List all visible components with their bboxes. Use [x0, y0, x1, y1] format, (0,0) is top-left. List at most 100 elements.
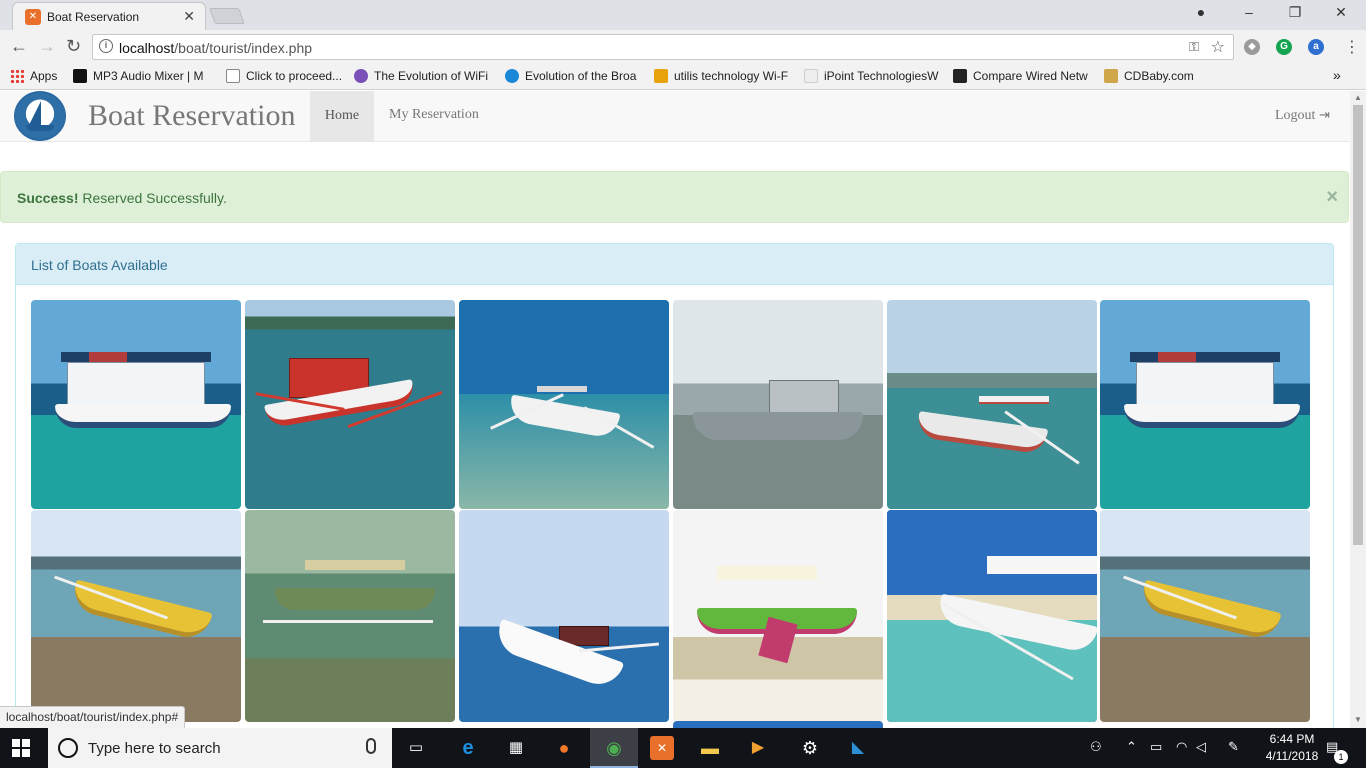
compare-icon [953, 69, 967, 83]
browser-tab-strip: ✕ Boat Reservation ✕ ● – ❐ ✕ [0, 0, 1366, 30]
status-bubble: localhost/boat/tourist/index.php# [0, 706, 186, 728]
browser-toolbar: ← → ↻ i localhost/boat/tourist/index.php… [0, 30, 1366, 64]
scroll-down-icon[interactable]: ▼ [1354, 715, 1362, 724]
windows-taskbar: Type here to search ▭ e ▦ ● ◉ ✕ ▬ ▶ ⚙ ◣ … [0, 728, 1366, 768]
brand-title[interactable]: Boat Reservation [88, 99, 295, 133]
taskbar-search[interactable]: Type here to search [48, 728, 392, 768]
reload-icon[interactable]: ↻ [66, 36, 81, 57]
globe-icon [505, 69, 519, 83]
boat-photo[interactable] [1100, 510, 1310, 722]
back-icon[interactable]: ← [10, 36, 28, 57]
url-text: localhost/boat/tourist/index.php [119, 40, 313, 56]
key-icon[interactable]: ⚿ [1189, 39, 1199, 55]
xampp-favicon-icon: ✕ [25, 9, 41, 25]
apps-icon [10, 69, 24, 83]
address-bar[interactable]: i localhost/boat/tourist/index.php ⚿ ☆ [92, 34, 1234, 60]
alert-close-icon[interactable]: × [1326, 186, 1338, 209]
taskbar-clock[interactable]: 6:44 PM 4/11/2018 [1262, 731, 1322, 765]
search-placeholder: Type here to search [88, 740, 221, 757]
scroll-up-icon[interactable]: ▲ [1354, 93, 1362, 102]
bookmark-item[interactable]: Click to proceed... [226, 69, 344, 83]
firefox-icon[interactable]: ● [552, 736, 576, 760]
site-navbar: Boat Reservation Home My Reservation Log… [0, 91, 1350, 142]
tray-chevron-icon[interactable]: ⌃ [1126, 739, 1137, 755]
battery-icon[interactable]: ▭ [1150, 739, 1162, 755]
tab-title: Boat Reservation [47, 10, 140, 24]
clock-date: 4/11/2018 [1265, 749, 1319, 763]
page-viewport: Boat Reservation Home My Reservation Log… [0, 91, 1350, 728]
boat-photo[interactable] [459, 510, 669, 722]
settings-gear-icon[interactable]: ⚙ [798, 736, 822, 760]
edge-icon[interactable]: e [456, 736, 480, 760]
bookmark-item[interactable]: iPoint TechnologiesW [804, 69, 940, 83]
bookmark-item[interactable]: The Evolution of WiFi [354, 69, 490, 83]
minimize-button[interactable]: – [1226, 4, 1272, 20]
boat-photo[interactable] [673, 300, 883, 509]
nav-my-reservation[interactable]: My Reservation [389, 107, 479, 123]
menu-icon[interactable]: ⋮ [1344, 37, 1360, 57]
wifi-tray-icon[interactable]: ◠ [1176, 739, 1187, 755]
cdbaby-icon [1104, 69, 1118, 83]
bookmarks-bar: Apps MP3 Audio Mixer | M Click to procee… [0, 64, 1366, 90]
media-player-icon[interactable]: ▶ [746, 736, 770, 760]
bookmark-item[interactable]: Compare Wired Netw [953, 69, 1091, 83]
people-icon[interactable]: ⚇ [1090, 739, 1102, 755]
restore-button[interactable]: ❐ [1272, 4, 1318, 21]
bookmark-star-icon[interactable]: ☆ [1211, 37, 1225, 57]
file-explorer-icon[interactable]: ▬ [698, 736, 722, 760]
grammarly-icon[interactable]: G [1276, 39, 1292, 55]
success-alert: Success! Reserved Successfully. × [0, 171, 1349, 223]
volume-icon[interactable]: ◁ [1196, 739, 1206, 755]
boat-photo[interactable] [245, 300, 455, 509]
bookmark-item[interactable]: MP3 Audio Mixer | M [73, 69, 213, 83]
browser-tab[interactable]: ✕ Boat Reservation ✕ [12, 2, 206, 30]
bookmark-item[interactable]: utilis technology Wi-F [654, 69, 792, 83]
boat-logo-icon[interactable] [14, 91, 66, 141]
utilis-icon [654, 69, 668, 83]
new-tab-button[interactable] [209, 8, 245, 24]
scroll-thumb[interactable] [1353, 105, 1363, 545]
info-icon[interactable]: i [99, 39, 113, 53]
boat-photo[interactable] [887, 300, 1097, 509]
task-view-icon[interactable]: ▭ [404, 736, 428, 760]
boat-photo[interactable] [459, 300, 669, 509]
notification-badge: 1 [1334, 750, 1348, 764]
screen: ✕ Boat Reservation ✕ ● – ❐ ✕ ← → ↻ i loc… [0, 0, 1366, 768]
boat-photo[interactable] [673, 721, 883, 728]
bookmark-item[interactable]: CDBaby.com [1104, 69, 1204, 83]
logout-icon: ⇥ [1318, 107, 1330, 122]
mixer-icon [73, 69, 87, 83]
page-icon [804, 69, 818, 83]
nav-logout[interactable]: Logout ⇥ [1275, 107, 1330, 124]
bookmarks-overflow[interactable]: » [1333, 67, 1341, 83]
boat-photo[interactable] [1100, 300, 1310, 509]
profile-icon[interactable]: ● [1178, 4, 1224, 20]
microphone-icon[interactable] [366, 738, 376, 754]
boat-photo[interactable] [245, 510, 455, 722]
page-scrollbar[interactable]: ▲ ▼ [1350, 91, 1366, 728]
vscode-icon[interactable]: ◣ [846, 736, 870, 760]
extension-a-icon[interactable]: a [1308, 39, 1324, 55]
nav-home[interactable]: Home [310, 91, 374, 141]
boat-photo-selected[interactable] [887, 510, 1097, 722]
boat-photo[interactable] [673, 510, 883, 722]
close-window-button[interactable]: ✕ [1318, 4, 1364, 21]
forward-icon[interactable]: → [38, 36, 56, 57]
boat-photo[interactable] [31, 510, 241, 722]
panel-heading: List of Boats Available [16, 244, 1333, 285]
chrome-icon[interactable]: ◉ [602, 736, 626, 760]
start-windows-icon[interactable] [12, 739, 30, 757]
bookmark-apps[interactable]: Apps [10, 69, 57, 83]
store-icon[interactable]: ▦ [504, 736, 528, 760]
xampp-icon[interactable]: ✕ [650, 736, 674, 760]
tab-close-icon[interactable]: ✕ [183, 8, 195, 25]
wifi-icon [354, 69, 368, 83]
extension-icon[interactable]: ◆ [1244, 39, 1260, 55]
bookmark-item[interactable]: Evolution of the Broa [505, 69, 641, 83]
cortana-icon [58, 738, 78, 758]
page-icon [226, 69, 240, 83]
boat-photo[interactable] [31, 300, 241, 509]
alert-message: Success! Reserved Successfully. [17, 190, 227, 206]
panel-title: List of Boats Available [31, 257, 168, 273]
pen-icon[interactable]: ✎ [1228, 739, 1239, 755]
